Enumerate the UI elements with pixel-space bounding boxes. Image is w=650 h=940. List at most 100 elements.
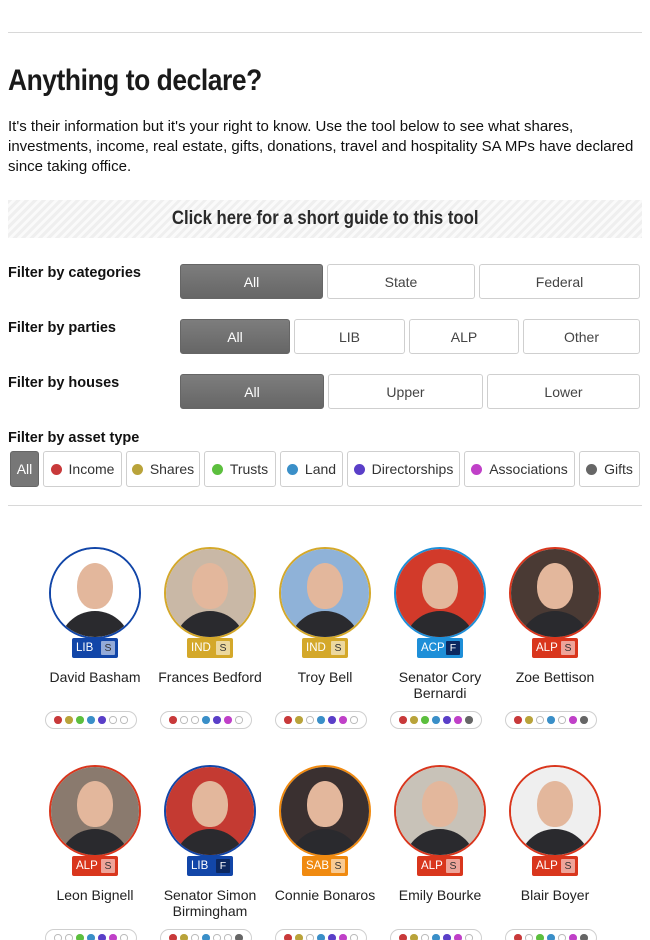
asset-dot <box>525 716 533 724</box>
asset-dot <box>54 934 62 940</box>
party-badge: IND S <box>187 638 233 658</box>
asset-dot <box>410 716 418 724</box>
directorships-dot-icon <box>353 463 365 475</box>
party-label: LIB <box>76 642 94 654</box>
party-badge: ALP S <box>72 856 118 876</box>
asset-dot <box>569 934 577 940</box>
asset-dot <box>235 934 243 940</box>
asset-dot <box>328 934 336 940</box>
filter-categories-label: Filter by categories <box>8 265 141 281</box>
asset-dot <box>580 934 588 940</box>
asset-shares-button[interactable]: Shares <box>126 451 200 487</box>
asset-dot <box>76 934 84 940</box>
asset-all-button[interactable]: All <box>10 451 39 487</box>
house-badge: S <box>101 641 115 655</box>
asset-dot <box>432 934 440 940</box>
asset-dot <box>399 934 407 940</box>
asset-dot <box>87 716 95 724</box>
party-badge: IND S <box>302 638 348 658</box>
party-lib-button[interactable]: LIB <box>294 319 405 354</box>
asset-indicator <box>505 929 597 940</box>
asset-dot <box>317 934 325 940</box>
photo-face <box>77 563 113 609</box>
asset-associations-button[interactable]: Associations <box>464 451 575 487</box>
asset-dot <box>536 934 544 940</box>
asset-dot <box>224 934 232 940</box>
house-badge: S <box>561 641 575 655</box>
party-badge: LIB S <box>72 638 118 658</box>
mp-photo <box>509 765 601 857</box>
filters-divider <box>8 505 642 506</box>
house-lower-button[interactable]: Lower <box>487 374 640 409</box>
asset-dot <box>235 716 243 724</box>
category-state-button[interactable]: State <box>327 264 475 299</box>
mp-photo <box>164 765 256 857</box>
asset-shares-label: Shares <box>149 461 195 477</box>
mp-name: Zoe Bettison <box>515 669 595 685</box>
top-divider <box>8 32 642 33</box>
mp-name: Blair Boyer <box>520 887 590 903</box>
asset-land-label: Land <box>304 461 337 477</box>
asset-dot <box>547 934 555 940</box>
intro-text: It's their information but it's your rig… <box>8 118 634 175</box>
mp-name: Senator Cory Bernardi <box>398 669 482 701</box>
filter-houses-label: Filter by houses <box>8 375 120 391</box>
guide-banner-button[interactable]: Click here for a short guide to this too… <box>8 200 642 238</box>
asset-dot <box>98 716 106 724</box>
asset-all-label: All <box>16 461 33 477</box>
asset-dot <box>76 716 84 724</box>
asset-dot <box>284 934 292 940</box>
income-dot-icon <box>50 463 62 475</box>
associations-dot-icon <box>471 463 483 475</box>
asset-dot <box>536 716 544 724</box>
party-alp-button[interactable]: ALP <box>409 319 519 354</box>
asset-indicator <box>160 929 252 940</box>
land-dot-icon <box>286 463 298 475</box>
category-federal-button[interactable]: Federal <box>479 264 640 299</box>
asset-dot <box>399 716 407 724</box>
party-label: ALP <box>421 860 443 872</box>
asset-dot <box>109 716 117 724</box>
asset-gifts-button[interactable]: Gifts <box>579 451 640 487</box>
house-badge: F <box>446 641 460 655</box>
asset-dot <box>191 934 199 940</box>
party-other-button[interactable]: Other <box>523 319 640 354</box>
mp-name: Troy Bell <box>297 669 353 685</box>
house-upper-button[interactable]: Upper <box>328 374 483 409</box>
mp-photo <box>394 547 486 639</box>
asset-gifts-label: Gifts <box>604 461 633 477</box>
mp-photo <box>394 765 486 857</box>
asset-associations-label: Associations <box>489 461 568 477</box>
asset-dot <box>295 716 303 724</box>
asset-dot <box>465 716 473 724</box>
party-badge: ACP F <box>417 638 463 658</box>
photo-face <box>307 781 343 827</box>
asset-dot <box>350 716 358 724</box>
asset-directorships-button[interactable]: Directorships <box>347 451 460 487</box>
party-all-button[interactable]: All <box>180 319 290 354</box>
party-badge: ALP S <box>532 856 578 876</box>
trusts-dot-icon <box>211 463 223 475</box>
party-badge: LIB F <box>187 856 233 876</box>
asset-income-button[interactable]: Income <box>43 451 122 487</box>
house-all-button[interactable]: All <box>180 374 324 409</box>
asset-indicator <box>275 711 367 729</box>
asset-dot <box>421 716 429 724</box>
house-badge: S <box>331 859 345 873</box>
asset-dot <box>339 934 347 940</box>
filter-parties-label: Filter by parties <box>8 320 116 336</box>
asset-land-button[interactable]: Land <box>280 451 343 487</box>
party-label: ALP <box>536 642 558 654</box>
asset-dot <box>65 716 73 724</box>
photo-face <box>192 563 228 609</box>
asset-dot <box>180 716 188 724</box>
house-badge: F <box>216 859 230 873</box>
asset-trusts-button[interactable]: Trusts <box>204 451 276 487</box>
asset-dot <box>432 716 440 724</box>
asset-dot <box>465 934 473 940</box>
mp-name: Frances Bedford <box>158 669 262 685</box>
category-all-button[interactable]: All <box>180 264 323 299</box>
party-label: ALP <box>76 860 98 872</box>
asset-dot <box>120 716 128 724</box>
asset-dot <box>213 716 221 724</box>
